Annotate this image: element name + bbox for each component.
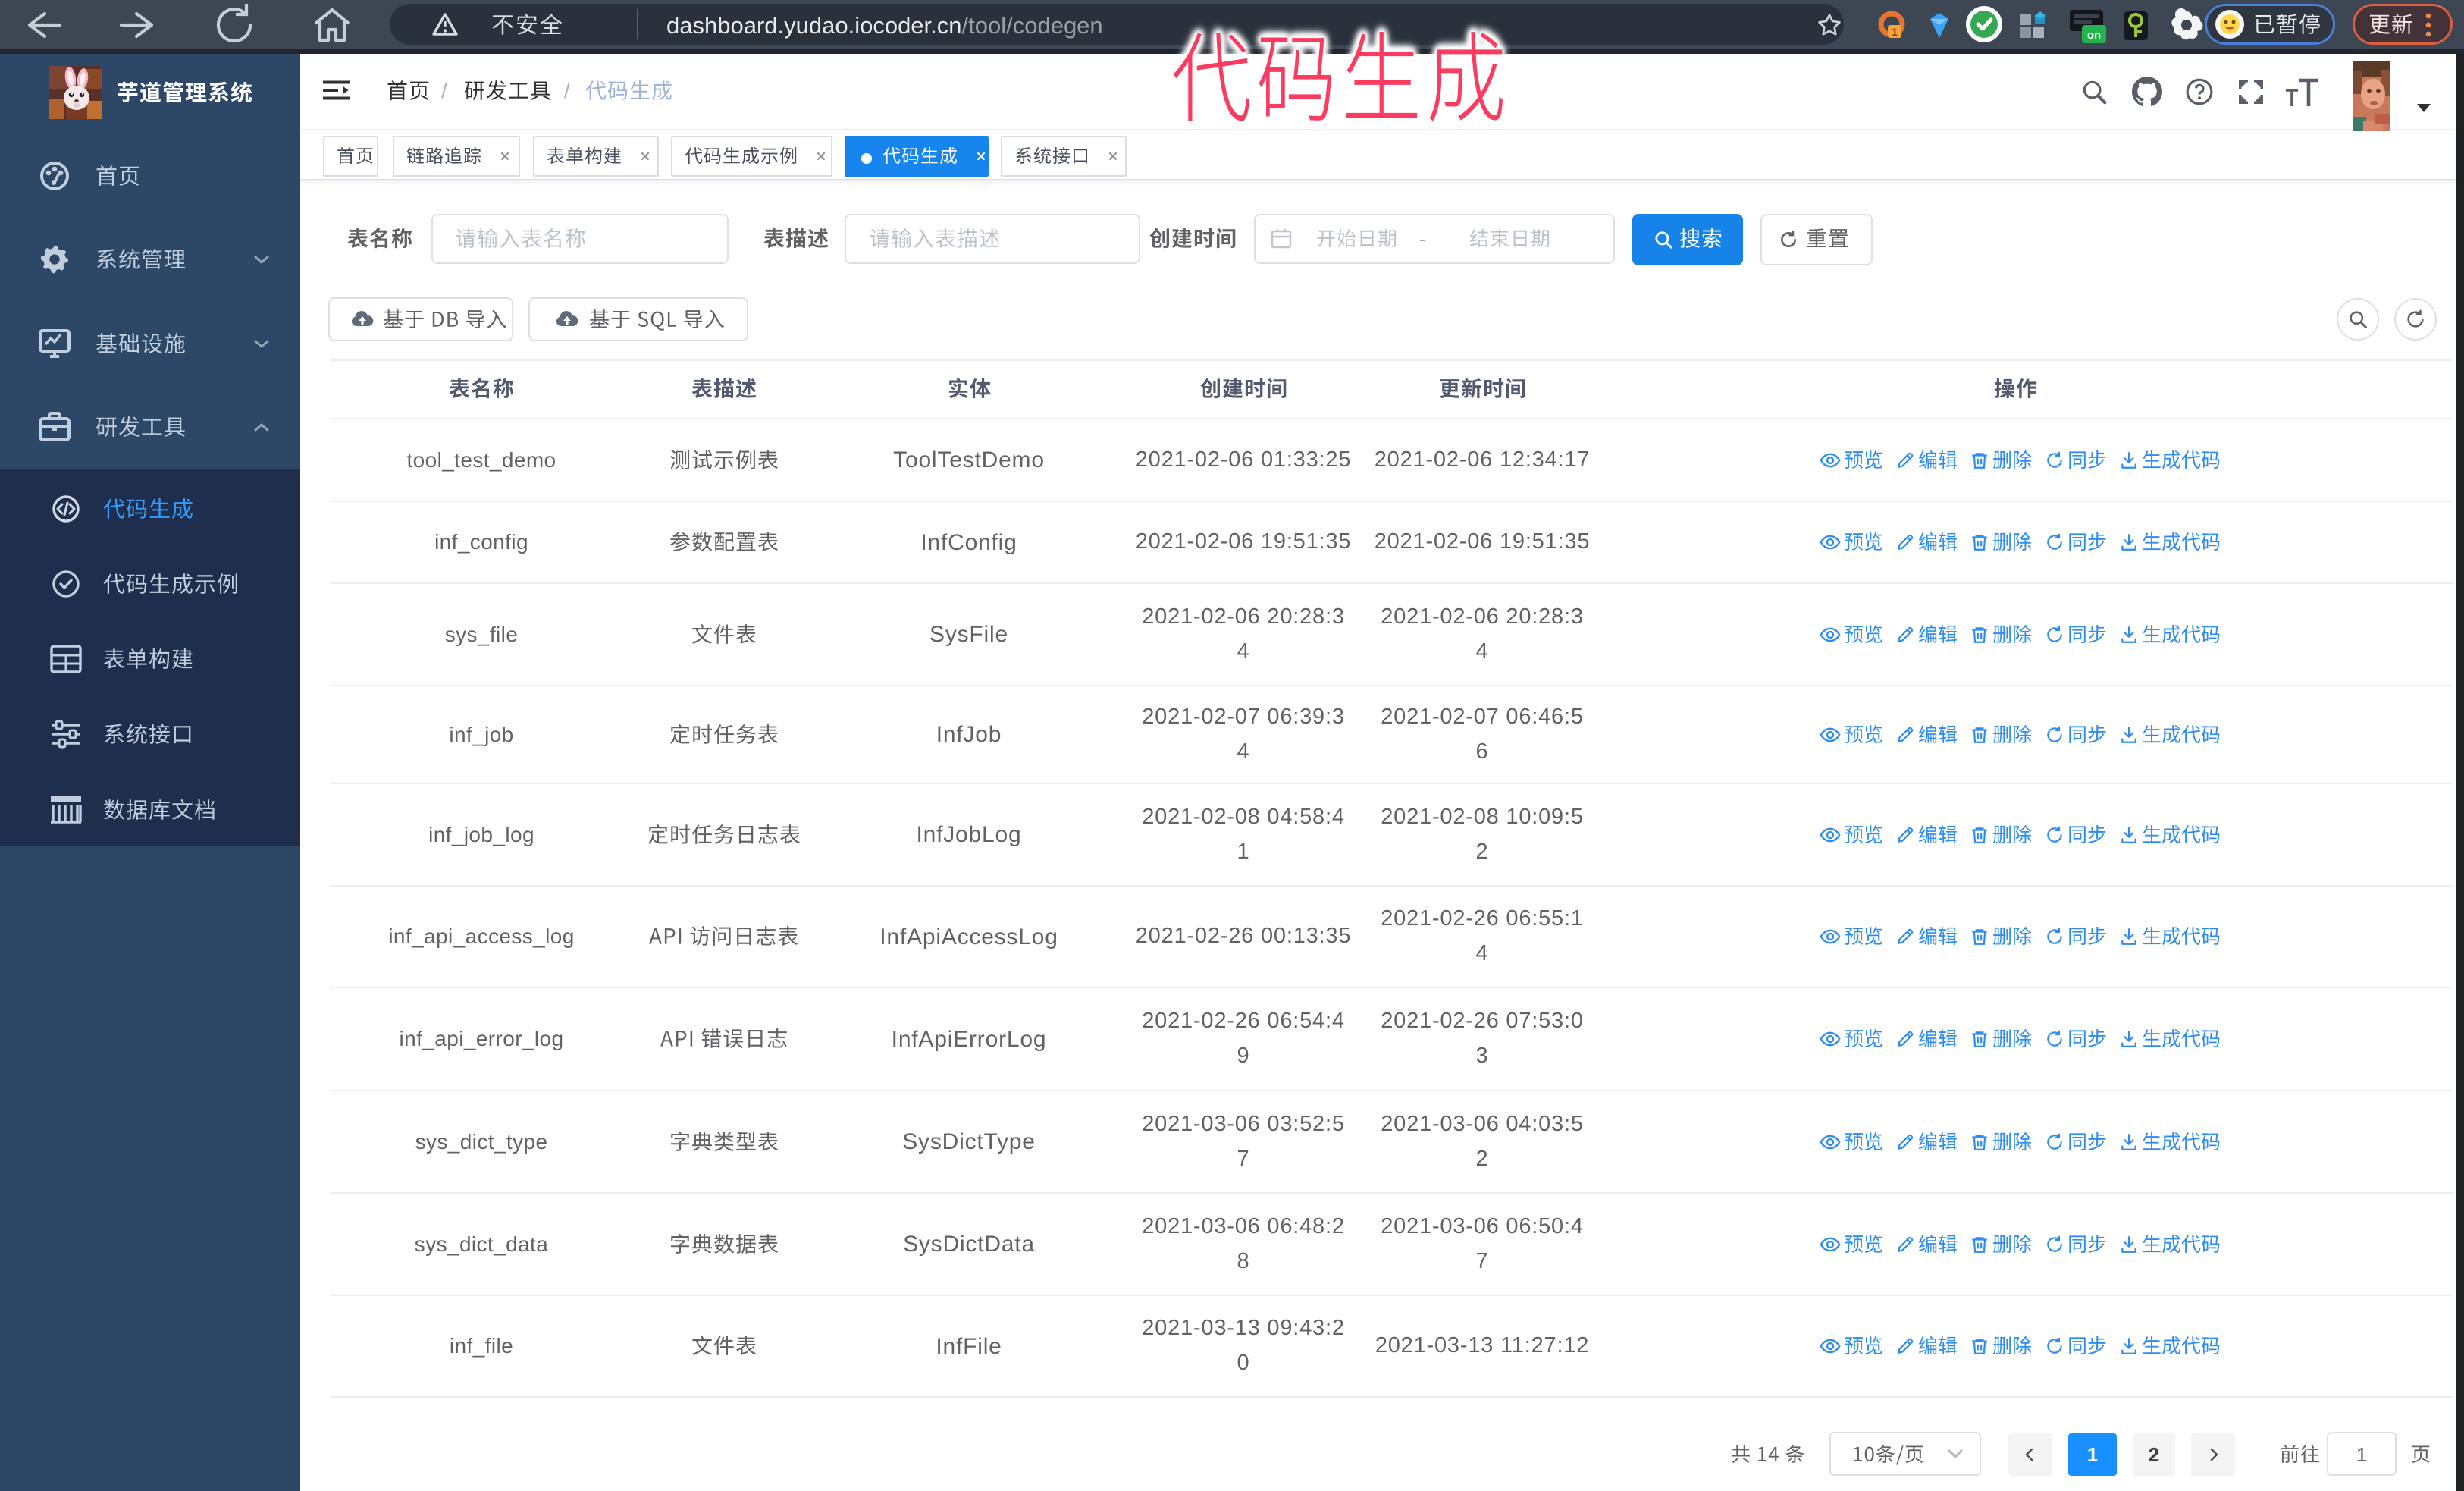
svg-text:on: on: [2087, 29, 2101, 42]
svg-text:1: 1: [1892, 26, 1898, 38]
